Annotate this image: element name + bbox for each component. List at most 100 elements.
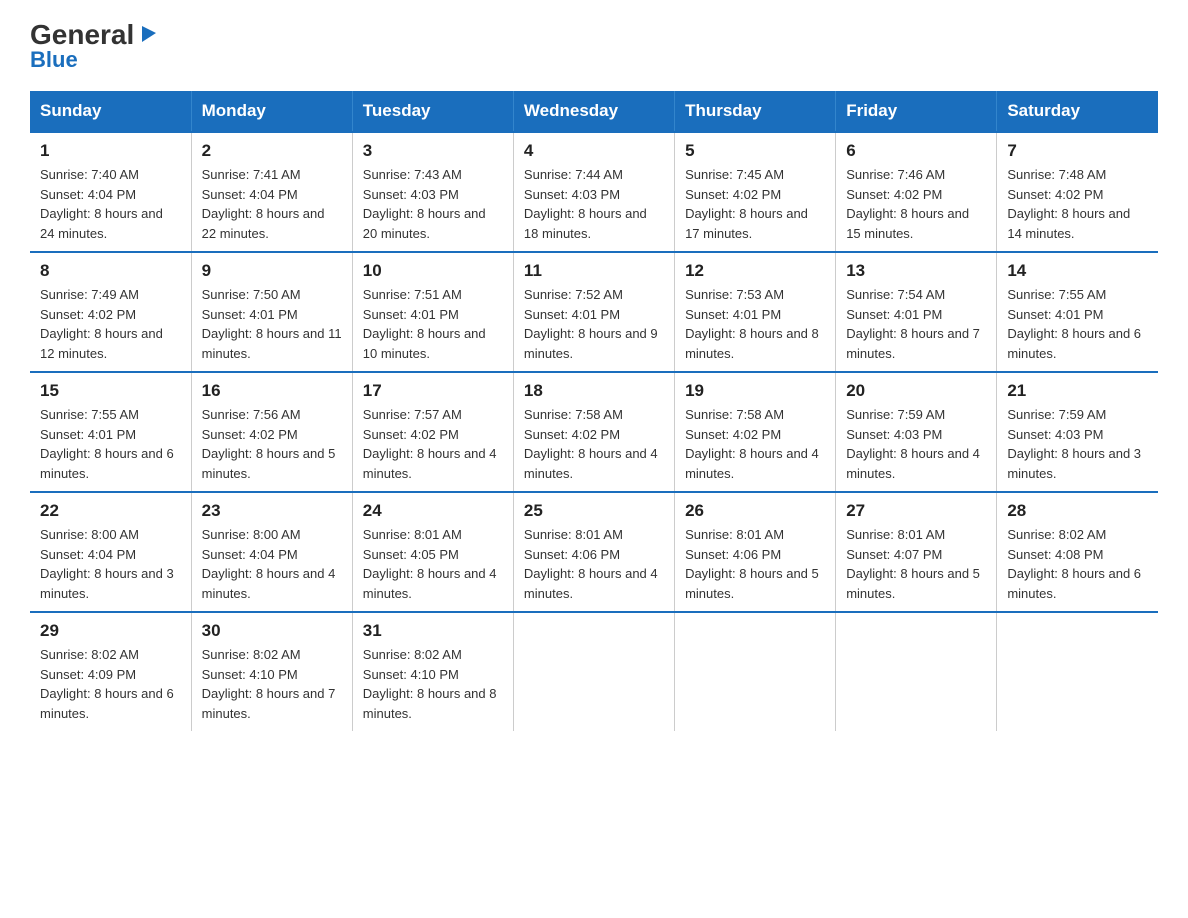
day-number: 31 [363, 621, 503, 641]
calendar-cell: 19 Sunrise: 7:58 AMSunset: 4:02 PMDaylig… [675, 372, 836, 492]
day-number: 9 [202, 261, 342, 281]
day-number: 4 [524, 141, 664, 161]
calendar-cell: 13 Sunrise: 7:54 AMSunset: 4:01 PMDaylig… [836, 252, 997, 372]
day-number: 22 [40, 501, 181, 521]
calendar-cell: 28 Sunrise: 8:02 AMSunset: 4:08 PMDaylig… [997, 492, 1158, 612]
day-info: Sunrise: 7:53 AMSunset: 4:01 PMDaylight:… [685, 287, 819, 361]
day-number: 29 [40, 621, 181, 641]
day-number: 24 [363, 501, 503, 521]
calendar-cell: 22 Sunrise: 8:00 AMSunset: 4:04 PMDaylig… [30, 492, 191, 612]
day-info: Sunrise: 8:02 AMSunset: 4:09 PMDaylight:… [40, 647, 174, 721]
day-number: 16 [202, 381, 342, 401]
day-info: Sunrise: 8:00 AMSunset: 4:04 PMDaylight:… [40, 527, 174, 601]
day-info: Sunrise: 7:58 AMSunset: 4:02 PMDaylight:… [685, 407, 819, 481]
day-info: Sunrise: 7:59 AMSunset: 4:03 PMDaylight:… [846, 407, 980, 481]
day-info: Sunrise: 7:58 AMSunset: 4:02 PMDaylight:… [524, 407, 658, 481]
day-info: Sunrise: 7:40 AMSunset: 4:04 PMDaylight:… [40, 167, 163, 241]
day-info: Sunrise: 8:01 AMSunset: 4:05 PMDaylight:… [363, 527, 497, 601]
day-info: Sunrise: 8:02 AMSunset: 4:10 PMDaylight:… [363, 647, 497, 721]
calendar-cell: 5 Sunrise: 7:45 AMSunset: 4:02 PMDayligh… [675, 132, 836, 252]
day-number: 1 [40, 141, 181, 161]
day-info: Sunrise: 7:45 AMSunset: 4:02 PMDaylight:… [685, 167, 808, 241]
calendar-cell: 16 Sunrise: 7:56 AMSunset: 4:02 PMDaylig… [191, 372, 352, 492]
day-info: Sunrise: 7:52 AMSunset: 4:01 PMDaylight:… [524, 287, 658, 361]
week-row-3: 15 Sunrise: 7:55 AMSunset: 4:01 PMDaylig… [30, 372, 1158, 492]
day-number: 11 [524, 261, 664, 281]
calendar-cell: 30 Sunrise: 8:02 AMSunset: 4:10 PMDaylig… [191, 612, 352, 731]
day-number: 26 [685, 501, 825, 521]
day-number: 12 [685, 261, 825, 281]
day-info: Sunrise: 8:01 AMSunset: 4:07 PMDaylight:… [846, 527, 980, 601]
day-info: Sunrise: 7:41 AMSunset: 4:04 PMDaylight:… [202, 167, 325, 241]
day-number: 7 [1007, 141, 1148, 161]
calendar-cell: 12 Sunrise: 7:53 AMSunset: 4:01 PMDaylig… [675, 252, 836, 372]
calendar-cell: 17 Sunrise: 7:57 AMSunset: 4:02 PMDaylig… [352, 372, 513, 492]
calendar-table: SundayMondayTuesdayWednesdayThursdayFrid… [30, 91, 1158, 731]
day-number: 15 [40, 381, 181, 401]
calendar-cell: 23 Sunrise: 8:00 AMSunset: 4:04 PMDaylig… [191, 492, 352, 612]
day-number: 23 [202, 501, 342, 521]
logo-blue: Blue [30, 47, 78, 73]
day-info: Sunrise: 8:01 AMSunset: 4:06 PMDaylight:… [524, 527, 658, 601]
day-number: 20 [846, 381, 986, 401]
calendar-cell: 1 Sunrise: 7:40 AMSunset: 4:04 PMDayligh… [30, 132, 191, 252]
day-info: Sunrise: 7:44 AMSunset: 4:03 PMDaylight:… [524, 167, 647, 241]
day-info: Sunrise: 8:01 AMSunset: 4:06 PMDaylight:… [685, 527, 819, 601]
calendar-cell: 18 Sunrise: 7:58 AMSunset: 4:02 PMDaylig… [513, 372, 674, 492]
header-tuesday: Tuesday [352, 91, 513, 132]
calendar-cell: 9 Sunrise: 7:50 AMSunset: 4:01 PMDayligh… [191, 252, 352, 372]
day-info: Sunrise: 7:51 AMSunset: 4:01 PMDaylight:… [363, 287, 486, 361]
day-number: 28 [1007, 501, 1148, 521]
day-number: 17 [363, 381, 503, 401]
header-friday: Friday [836, 91, 997, 132]
calendar-cell: 31 Sunrise: 8:02 AMSunset: 4:10 PMDaylig… [352, 612, 513, 731]
day-number: 10 [363, 261, 503, 281]
weekday-header-row: SundayMondayTuesdayWednesdayThursdayFrid… [30, 91, 1158, 132]
day-number: 2 [202, 141, 342, 161]
calendar-cell: 27 Sunrise: 8:01 AMSunset: 4:07 PMDaylig… [836, 492, 997, 612]
week-row-1: 1 Sunrise: 7:40 AMSunset: 4:04 PMDayligh… [30, 132, 1158, 252]
calendar-cell: 20 Sunrise: 7:59 AMSunset: 4:03 PMDaylig… [836, 372, 997, 492]
week-row-2: 8 Sunrise: 7:49 AMSunset: 4:02 PMDayligh… [30, 252, 1158, 372]
calendar-cell: 6 Sunrise: 7:46 AMSunset: 4:02 PMDayligh… [836, 132, 997, 252]
day-info: Sunrise: 7:56 AMSunset: 4:02 PMDaylight:… [202, 407, 336, 481]
day-number: 13 [846, 261, 986, 281]
day-info: Sunrise: 7:49 AMSunset: 4:02 PMDaylight:… [40, 287, 163, 361]
day-number: 25 [524, 501, 664, 521]
day-info: Sunrise: 7:55 AMSunset: 4:01 PMDaylight:… [40, 407, 174, 481]
day-number: 19 [685, 381, 825, 401]
day-info: Sunrise: 7:55 AMSunset: 4:01 PMDaylight:… [1007, 287, 1141, 361]
day-number: 18 [524, 381, 664, 401]
week-row-5: 29 Sunrise: 8:02 AMSunset: 4:09 PMDaylig… [30, 612, 1158, 731]
header-monday: Monday [191, 91, 352, 132]
day-info: Sunrise: 7:57 AMSunset: 4:02 PMDaylight:… [363, 407, 497, 481]
day-info: Sunrise: 7:54 AMSunset: 4:01 PMDaylight:… [846, 287, 980, 361]
day-info: Sunrise: 8:00 AMSunset: 4:04 PMDaylight:… [202, 527, 336, 601]
calendar-cell: 25 Sunrise: 8:01 AMSunset: 4:06 PMDaylig… [513, 492, 674, 612]
calendar-cell: 14 Sunrise: 7:55 AMSunset: 4:01 PMDaylig… [997, 252, 1158, 372]
header-sunday: Sunday [30, 91, 191, 132]
day-info: Sunrise: 7:48 AMSunset: 4:02 PMDaylight:… [1007, 167, 1130, 241]
calendar-cell [836, 612, 997, 731]
calendar-cell [997, 612, 1158, 731]
calendar-cell: 11 Sunrise: 7:52 AMSunset: 4:01 PMDaylig… [513, 252, 674, 372]
day-number: 3 [363, 141, 503, 161]
header-thursday: Thursday [675, 91, 836, 132]
calendar-cell: 29 Sunrise: 8:02 AMSunset: 4:09 PMDaylig… [30, 612, 191, 731]
page-header: General Blue [30, 20, 1158, 73]
day-info: Sunrise: 7:43 AMSunset: 4:03 PMDaylight:… [363, 167, 486, 241]
calendar-cell: 24 Sunrise: 8:01 AMSunset: 4:05 PMDaylig… [352, 492, 513, 612]
day-number: 5 [685, 141, 825, 161]
calendar-cell: 15 Sunrise: 7:55 AMSunset: 4:01 PMDaylig… [30, 372, 191, 492]
day-info: Sunrise: 7:59 AMSunset: 4:03 PMDaylight:… [1007, 407, 1141, 481]
calendar-cell: 4 Sunrise: 7:44 AMSunset: 4:03 PMDayligh… [513, 132, 674, 252]
calendar-cell: 26 Sunrise: 8:01 AMSunset: 4:06 PMDaylig… [675, 492, 836, 612]
calendar-cell: 21 Sunrise: 7:59 AMSunset: 4:03 PMDaylig… [997, 372, 1158, 492]
day-number: 30 [202, 621, 342, 641]
header-wednesday: Wednesday [513, 91, 674, 132]
day-number: 6 [846, 141, 986, 161]
calendar-cell [675, 612, 836, 731]
logo-general: General [30, 21, 134, 49]
calendar-cell [513, 612, 674, 731]
logo: General Blue [30, 20, 160, 73]
